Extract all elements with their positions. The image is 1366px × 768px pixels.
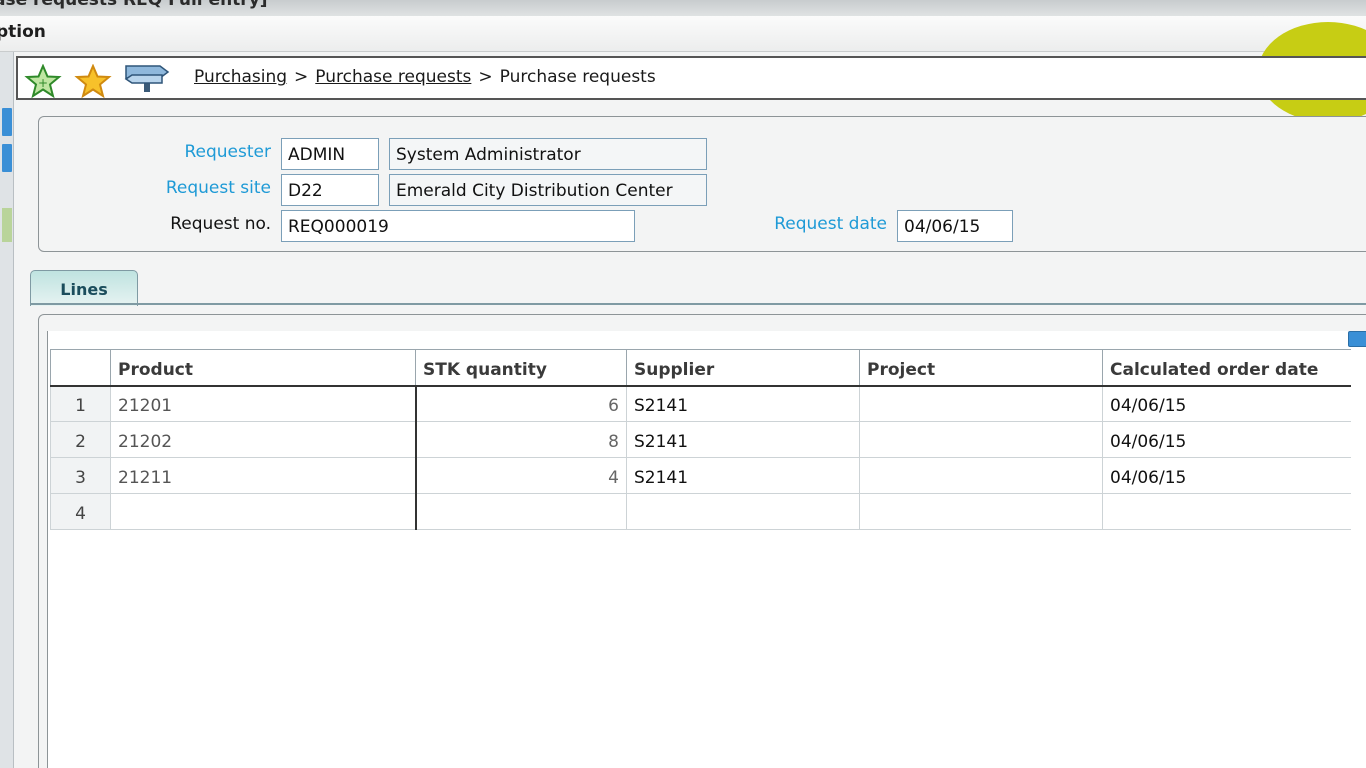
supplier-cell[interactable] (626, 493, 860, 530)
table-row[interactable]: 2 21202 8 S2141 04/06/15 (50, 421, 1351, 458)
breadcrumb: Purchasing > Purchase requests > Purchase re… (194, 67, 656, 87)
project-cell[interactable] (859, 385, 1103, 422)
supplier-cell[interactable]: S2141 (626, 385, 860, 422)
stk-quantity-cell[interactable]: 8 (415, 421, 627, 458)
order-date-cell[interactable] (1102, 493, 1351, 530)
request-site-code-field[interactable]: D22 (281, 174, 379, 206)
table-row[interactable]: 4 (50, 493, 1351, 530)
requester-code-field[interactable]: ADMIN (281, 138, 379, 170)
request-date-label[interactable]: Request date (739, 214, 887, 234)
row-number: 1 (50, 385, 111, 422)
project-cell[interactable] (859, 457, 1103, 494)
lines-grid: Product STK quantity Supplier Project Ca… (50, 349, 1351, 530)
window-title-bar: ase requests REQ Full entry] (0, 0, 1366, 16)
breadcrumb-link-purchasing[interactable]: Purchasing (194, 67, 287, 87)
column-header-project[interactable]: Project (859, 349, 1103, 387)
row-number: 4 (50, 493, 111, 530)
lines-panel: Product STK quantity Supplier Project Ca… (38, 314, 1366, 768)
grid-header-row: Product STK quantity Supplier Project Ca… (50, 349, 1351, 387)
column-header-calculated-order-date[interactable]: Calculated order date (1102, 349, 1351, 387)
requester-label[interactable]: Requester (39, 142, 271, 162)
left-gutter (0, 52, 14, 768)
request-site-name-field[interactable]: Emerald City Distribution Center (389, 174, 707, 206)
project-cell[interactable] (859, 493, 1103, 530)
gutter-tab[interactable] (2, 144, 12, 172)
product-cell[interactable]: 21201 (110, 385, 417, 422)
order-date-cell[interactable]: 04/06/15 (1102, 457, 1351, 494)
breadcrumb-bar: + Purchasing > Purchase requests > Purchase … (16, 56, 1366, 100)
lines-grid-frame: Product STK quantity Supplier Project Ca… (47, 331, 1366, 768)
svg-text:+: + (38, 76, 48, 90)
stk-quantity-cell[interactable]: 6 (415, 385, 627, 422)
request-date-field[interactable]: 04/06/15 (897, 210, 1013, 242)
supplier-cell[interactable]: S2141 (626, 457, 860, 494)
breadcrumb-separator: > (294, 67, 309, 87)
order-date-cell[interactable]: 04/06/15 (1102, 385, 1351, 422)
grid-resize-icon[interactable] (1348, 331, 1366, 347)
breadcrumb-link-purchase-requests[interactable]: Purchase requests (315, 67, 471, 87)
request-site-label[interactable]: Request site (39, 178, 271, 198)
gutter-tab[interactable] (2, 108, 12, 136)
star-icon[interactable] (74, 63, 112, 103)
product-cell[interactable]: 21202 (110, 421, 417, 458)
menu-bar: ption (0, 16, 1366, 122)
window-title: ase requests REQ Full entry] (0, 0, 268, 10)
gutter-marker (2, 208, 12, 242)
request-no-field[interactable]: REQ000019 (281, 210, 635, 242)
column-header-stk-quantity[interactable]: STK quantity (415, 349, 627, 387)
requester-name-field[interactable]: System Administrator (389, 138, 707, 170)
row-number: 3 (50, 457, 111, 494)
column-header-product[interactable]: Product (110, 349, 416, 387)
order-date-cell[interactable]: 04/06/15 (1102, 421, 1351, 458)
project-cell[interactable] (859, 421, 1103, 458)
breadcrumb-current: Purchase requests (499, 67, 656, 87)
star-add-icon[interactable]: + (24, 63, 62, 103)
request-header-panel: Requester ADMIN System Administrator Req… (38, 116, 1366, 252)
table-row[interactable]: 1 21201 6 S2141 04/06/15 (50, 385, 1351, 422)
column-header-supplier[interactable]: Supplier (626, 349, 860, 387)
product-cell[interactable]: 21211 (110, 457, 417, 494)
signpost-icon[interactable] (122, 62, 174, 97)
supplier-cell[interactable]: S2141 (626, 421, 860, 458)
tab-divider (30, 303, 1366, 305)
menu-item-option[interactable]: ption (0, 22, 46, 42)
product-cell[interactable] (110, 493, 417, 530)
breadcrumb-separator: > (478, 67, 493, 87)
stk-quantity-cell[interactable] (415, 493, 627, 530)
row-number: 2 (50, 421, 111, 458)
table-row[interactable]: 3 21211 4 S2141 04/06/15 (50, 457, 1351, 494)
tab-lines[interactable]: Lines (30, 270, 138, 306)
row-number-header (50, 349, 111, 387)
request-no-label: Request no. (170, 214, 271, 234)
stk-quantity-cell[interactable]: 4 (415, 457, 627, 494)
